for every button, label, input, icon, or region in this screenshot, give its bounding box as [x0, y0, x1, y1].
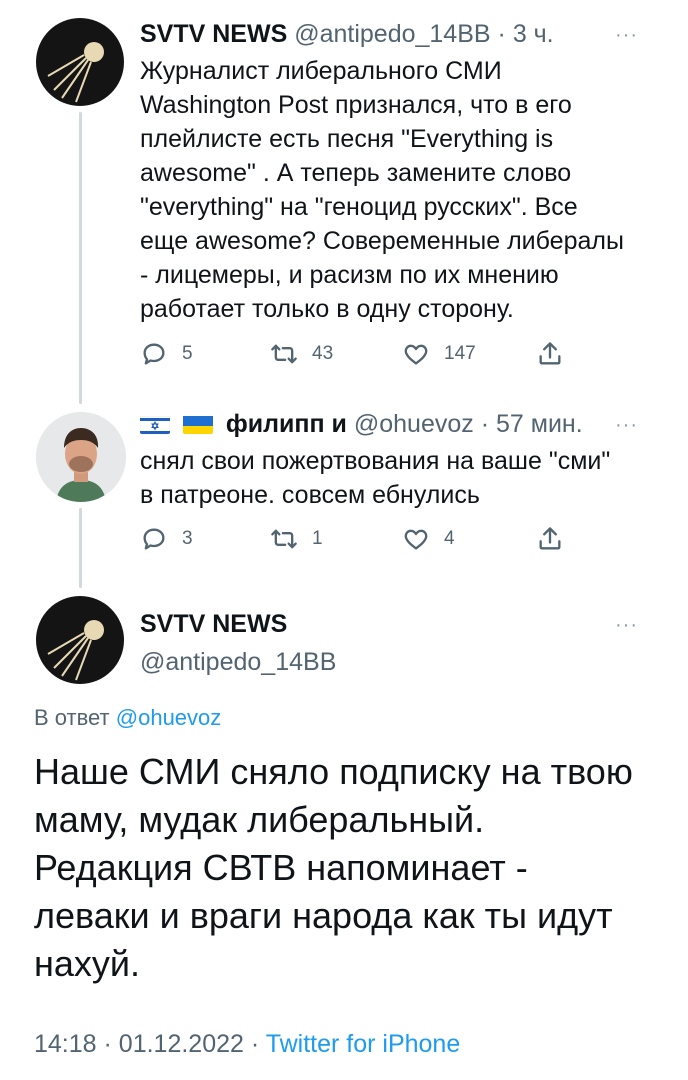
- tweet-actions: 5 43 147: [140, 340, 580, 370]
- thread-line: [79, 112, 82, 404]
- tweet-header: филипп и @ohuevoz · 57 мин.: [140, 410, 583, 439]
- reply-count: 5: [182, 343, 193, 364]
- author-handle[interactable]: @antipedo_14BB: [294, 20, 490, 48]
- reply-count: 3: [182, 528, 193, 549]
- share-button[interactable]: [536, 340, 578, 368]
- reply-icon: [143, 343, 165, 365]
- tweet-meta: 14:18 · 01.12.2022 · Twitter for iPhone: [34, 1030, 460, 1059]
- share-button[interactable]: [536, 525, 578, 553]
- more-options-icon[interactable]: ···: [615, 24, 638, 47]
- main-tweet-text: Наше СМИ сняло подписку на твою маму, му…: [34, 751, 633, 984]
- author-handle[interactable]: @ohuevoz: [354, 410, 474, 438]
- like-icon: [404, 529, 428, 550]
- like-button[interactable]: 147: [402, 340, 476, 368]
- person-photo-icon: [36, 412, 126, 502]
- user-avatar[interactable]: [36, 412, 126, 502]
- thread-line: [79, 508, 82, 588]
- source-link[interactable]: Twitter for iPhone: [266, 1030, 461, 1058]
- like-button[interactable]: 4: [402, 525, 455, 553]
- share-icon: [539, 527, 561, 550]
- reply-prefix: В ответ: [34, 705, 110, 730]
- tweet-header: SVTV NEWS @antipedo_14BB · 3 ч.: [140, 20, 554, 49]
- retweet-icon: [271, 344, 297, 364]
- separator: ·: [250, 1030, 260, 1058]
- svtv-avatar[interactable]: [36, 596, 124, 684]
- tweet-time[interactable]: 57 мин.: [496, 410, 583, 438]
- tweet-actions: 3 1 4: [140, 525, 580, 555]
- tweet-date[interactable]: 01.12.2022: [119, 1030, 244, 1058]
- retweet-count: 1: [312, 528, 323, 549]
- ukraine-flag-icon: [182, 414, 213, 434]
- retweet-button[interactable]: 1: [270, 525, 323, 553]
- separator: ·: [480, 410, 490, 438]
- author-handle[interactable]: @antipedo_14BB: [140, 648, 336, 677]
- like-icon: [404, 344, 428, 365]
- more-options-icon[interactable]: ···: [615, 414, 638, 437]
- more-options-icon[interactable]: ···: [615, 614, 638, 637]
- like-count: 147: [444, 343, 476, 364]
- retweet-button[interactable]: 43: [270, 340, 333, 368]
- tweet-text: снял свои пожертвования на ваше "сми" в …: [140, 447, 611, 509]
- separator: ·: [497, 20, 506, 48]
- tweet-time[interactable]: 3 ч.: [513, 20, 554, 48]
- tweet-time[interactable]: 14:18: [34, 1030, 97, 1058]
- author-name[interactable]: SVTV NEWS: [140, 610, 287, 639]
- author-name[interactable]: SVTV NEWS: [140, 20, 287, 48]
- reply-context: В ответ @ohuevoz: [34, 705, 221, 731]
- israel-flag-icon: [140, 414, 170, 434]
- satellite-icon: [47, 42, 104, 103]
- retweet-icon: [271, 529, 297, 549]
- separator: ·: [103, 1030, 112, 1058]
- reply-button[interactable]: 5: [140, 340, 193, 368]
- share-icon: [539, 342, 561, 365]
- like-count: 4: [444, 528, 455, 549]
- reply-icon: [143, 528, 165, 550]
- author-name[interactable]: филипп и: [226, 410, 347, 438]
- reply-button[interactable]: 3: [140, 525, 193, 553]
- retweet-count: 43: [312, 343, 334, 364]
- svtv-avatar[interactable]: [36, 18, 124, 106]
- satellite-icon: [47, 620, 104, 681]
- reply-to-link[interactable]: @ohuevoz: [116, 705, 222, 730]
- tweet-text: Журналист либерального СМИ Washington Po…: [140, 57, 624, 323]
